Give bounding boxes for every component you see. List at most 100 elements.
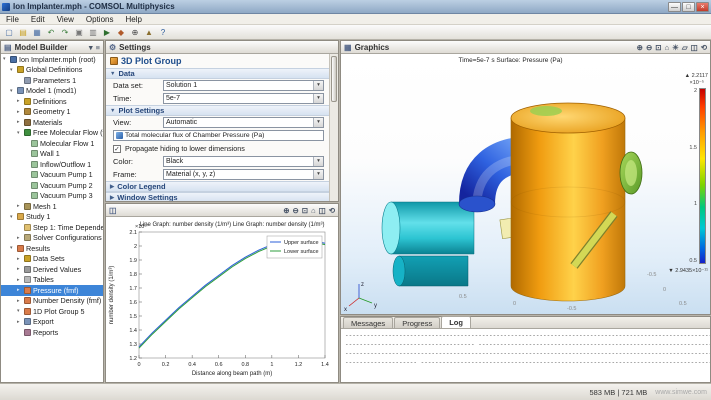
tab-progress[interactable]: Progress	[394, 317, 440, 328]
dropdown-arrow-icon[interactable]	[313, 118, 323, 127]
tab-messages[interactable]: Messages	[343, 317, 393, 328]
tree-item-ion-implanter-mph-root[interactable]: ▾Ion Implanter.mph (root)	[1, 54, 103, 65]
tree-item-free-molecular-flow-fmf[interactable]: ▾Free Molecular Flow (fmf)	[1, 128, 103, 139]
transparency-icon[interactable]: ▱	[682, 42, 688, 53]
maximize-button[interactable]: □	[682, 2, 695, 12]
tree-item-model-1-mod1[interactable]: ▾Model 1 (mod1)	[1, 86, 103, 97]
tree-item-solver-configurations[interactable]: ▸Solver Configurations	[1, 233, 103, 244]
tree-item-mesh-1[interactable]: ▸Mesh 1	[1, 201, 103, 212]
refresh-icon[interactable]: ⟲	[329, 205, 335, 216]
expander-icon[interactable]: ▾	[10, 67, 15, 73]
settings-scrollbar[interactable]	[329, 54, 338, 201]
expander-icon[interactable]: ▾	[10, 214, 15, 220]
tree-item-molecular-flow-1[interactable]: Molecular Flow 1	[1, 138, 103, 149]
expander-icon[interactable]: ▾	[17, 308, 22, 314]
rotate-icon[interactable]: ⟲	[701, 42, 707, 53]
scene-light-icon[interactable]: ☀	[672, 42, 679, 53]
new-icon[interactable]: ▢	[3, 26, 15, 38]
zoom-out-icon[interactable]: ⊖	[646, 42, 652, 53]
tab-log[interactable]: Log	[441, 316, 471, 328]
tree-item-parameters-1[interactable]: Parameters 1	[1, 75, 103, 86]
collapse-all-icon[interactable]: ▾	[89, 42, 93, 53]
default-view-icon[interactable]: ⌂	[311, 205, 316, 216]
dataset-select[interactable]: Solution 1	[163, 80, 324, 91]
title-expression-field[interactable]: Total molecular flux of Chamber Pressure…	[113, 130, 324, 141]
help-icon[interactable]: ?	[157, 26, 169, 38]
menu-help[interactable]: Help	[119, 14, 147, 25]
open-icon[interactable]: ▤	[17, 26, 29, 38]
dropdown-arrow-icon[interactable]	[313, 170, 323, 179]
scrollbar-thumb[interactable]	[331, 56, 337, 102]
expander-icon[interactable]: ▸	[17, 298, 22, 304]
expander-icon[interactable]: ▾	[3, 56, 8, 62]
image-snapshot-icon[interactable]: ◫	[691, 42, 698, 53]
color-select[interactable]: Black	[163, 156, 324, 167]
tree-item-results[interactable]: ▾Results	[1, 243, 103, 254]
tree-item-derived-values[interactable]: ▸Derived Values	[1, 264, 103, 275]
expander-icon[interactable]: ▾	[10, 88, 15, 94]
tree-item-reports[interactable]: Reports	[1, 327, 103, 338]
section-data-header[interactable]: ▼ Data	[106, 68, 329, 79]
expander-icon[interactable]: ▸	[17, 203, 22, 209]
propagate-checkbox[interactable]: ✓	[113, 145, 121, 153]
save-icon[interactable]: ▦	[31, 26, 43, 38]
tree-item-inflow-outflow-1[interactable]: Inflow/Outflow 1	[1, 159, 103, 170]
zoom-out-icon[interactable]: ⊖	[292, 205, 298, 216]
expander-icon[interactable]: ▾	[10, 245, 15, 251]
zoom-in-icon[interactable]: ⊕	[283, 205, 289, 216]
zoom-extents-icon[interactable]: ⊡	[655, 42, 661, 53]
copy-icon[interactable]: ▣	[73, 26, 85, 38]
tree-item-1d-plot-group-5[interactable]: ▾1D Plot Group 5	[1, 306, 103, 317]
graphics-canvas[interactable]: z x y Time=5e-7 s Surface: Pressure (Pa)…	[341, 54, 710, 314]
close-button[interactable]: ×	[696, 2, 709, 12]
plot-icon[interactable]: ◆	[115, 26, 127, 38]
menu-edit[interactable]: Edit	[25, 14, 51, 25]
tree-item-study-1[interactable]: ▾Study 1	[1, 212, 103, 223]
tree-item-vacuum-pump-2[interactable]: Vacuum Pump 2	[1, 180, 103, 191]
frame-select[interactable]: Material (x, y, z)	[163, 169, 324, 180]
section-plot-settings-header[interactable]: ▼ Plot Settings	[106, 105, 329, 116]
expander-icon[interactable]: ▾	[17, 130, 22, 136]
line-graph-canvas[interactable]: 1.21.31.41.51.61.71.81.922.100.20.40.60.…	[106, 217, 338, 382]
tree-item-step-1-time-dependent[interactable]: Step 1: Time Dependent	[1, 222, 103, 233]
tree-menu-icon[interactable]: ≡	[96, 42, 100, 53]
tree-item-wall-1[interactable]: Wall 1	[1, 149, 103, 160]
compute-icon[interactable]: ▶	[101, 26, 113, 38]
menu-view[interactable]: View	[51, 14, 80, 25]
expander-icon[interactable]: ▸	[17, 235, 22, 241]
tree-item-pressure-fmf[interactable]: ▸Pressure (fmf)	[1, 285, 103, 296]
expander-icon[interactable]: ▸	[17, 319, 22, 325]
tree-item-export[interactable]: ▸Export	[1, 317, 103, 328]
tree-item-data-sets[interactable]: ▸Data Sets	[1, 254, 103, 265]
image-snapshot-icon[interactable]: ◫	[319, 205, 326, 216]
minimize-button[interactable]: —	[668, 2, 681, 12]
zoom-extents-icon[interactable]: ⊕	[129, 26, 141, 38]
tree-item-definitions[interactable]: ▸Definitions	[1, 96, 103, 107]
undo-icon[interactable]: ↶	[45, 26, 57, 38]
time-select[interactable]: 5e-7	[163, 93, 324, 104]
expander-icon[interactable]: ▸	[17, 256, 22, 262]
default-view-icon[interactable]: ⌂	[665, 42, 670, 53]
redo-icon[interactable]: ↷	[59, 26, 71, 38]
expander-icon[interactable]: ▸	[17, 266, 22, 272]
tree-item-materials[interactable]: ▸Materials	[1, 117, 103, 128]
expander-icon[interactable]: ▸	[17, 98, 22, 104]
mesh-icon[interactable]: ▲	[143, 26, 155, 38]
paste-icon[interactable]: ▥	[87, 26, 99, 38]
section-color-legend-header[interactable]: ▶ Color Legend	[106, 181, 329, 192]
section-window-settings-header[interactable]: ▶ Window Settings	[106, 192, 329, 201]
view-select[interactable]: Automatic	[163, 117, 324, 128]
tree-item-geometry-1[interactable]: ▸Geometry 1	[1, 107, 103, 118]
zoom-extents-icon[interactable]: ⊡	[302, 205, 308, 216]
tree-item-vacuum-pump-3[interactable]: Vacuum Pump 3	[1, 191, 103, 202]
menu-options[interactable]: Options	[80, 14, 120, 25]
expander-icon[interactable]: ▸	[17, 277, 22, 283]
expander-icon[interactable]: ▸	[17, 287, 22, 293]
expander-icon[interactable]: ▸	[17, 109, 22, 115]
expander-icon[interactable]: ▸	[17, 119, 22, 125]
zoom-in-icon[interactable]: ⊕	[637, 42, 643, 53]
tree-item-tables[interactable]: ▸Tables	[1, 275, 103, 286]
tree-item-number-density-fmf[interactable]: ▸Number Density (fmf)	[1, 296, 103, 307]
dropdown-arrow-icon[interactable]	[313, 81, 323, 90]
menu-file[interactable]: File	[0, 14, 25, 25]
